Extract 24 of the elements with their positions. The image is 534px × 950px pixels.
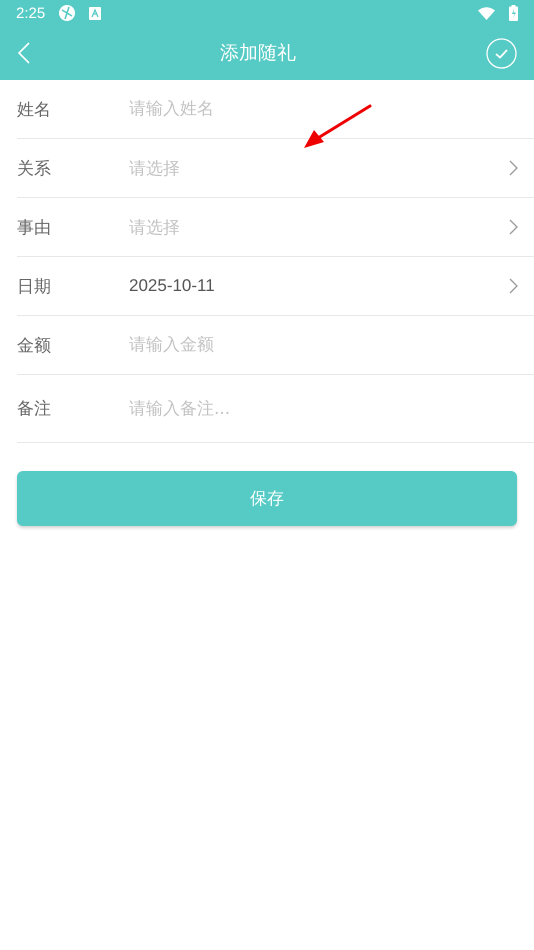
field-label: 关系 xyxy=(17,158,52,180)
field-label: 事由 xyxy=(17,216,52,238)
status-time: 2:25 xyxy=(16,4,46,22)
wifi-icon xyxy=(478,6,495,20)
field-label: 日期 xyxy=(17,276,52,298)
select-field[interactable]: 2025-10-11 xyxy=(129,276,518,296)
input-field[interactable]: 请输入姓名 xyxy=(129,99,518,119)
back-icon[interactable] xyxy=(18,42,30,64)
chevron-right-icon xyxy=(509,160,518,176)
keyboard-icon xyxy=(89,6,102,20)
field-label: 姓名 xyxy=(17,98,52,120)
chevron-right-icon xyxy=(509,278,518,294)
input-field[interactable]: 请输入备注... xyxy=(129,398,518,418)
field-label: 备注 xyxy=(17,398,52,420)
confirm-check-icon[interactable] xyxy=(486,38,517,68)
field-label: 金额 xyxy=(17,334,52,356)
select-field[interactable]: 请选择 xyxy=(129,216,518,238)
app-icon xyxy=(59,5,76,21)
battery-icon xyxy=(509,5,518,21)
select-field[interactable]: 请选择 xyxy=(129,156,518,180)
page-title: 添加随礼 xyxy=(220,41,296,66)
chevron-right-icon xyxy=(509,219,518,235)
input-field[interactable]: 请输入金额 xyxy=(129,335,518,355)
save-button[interactable]: 保存 xyxy=(17,471,517,526)
